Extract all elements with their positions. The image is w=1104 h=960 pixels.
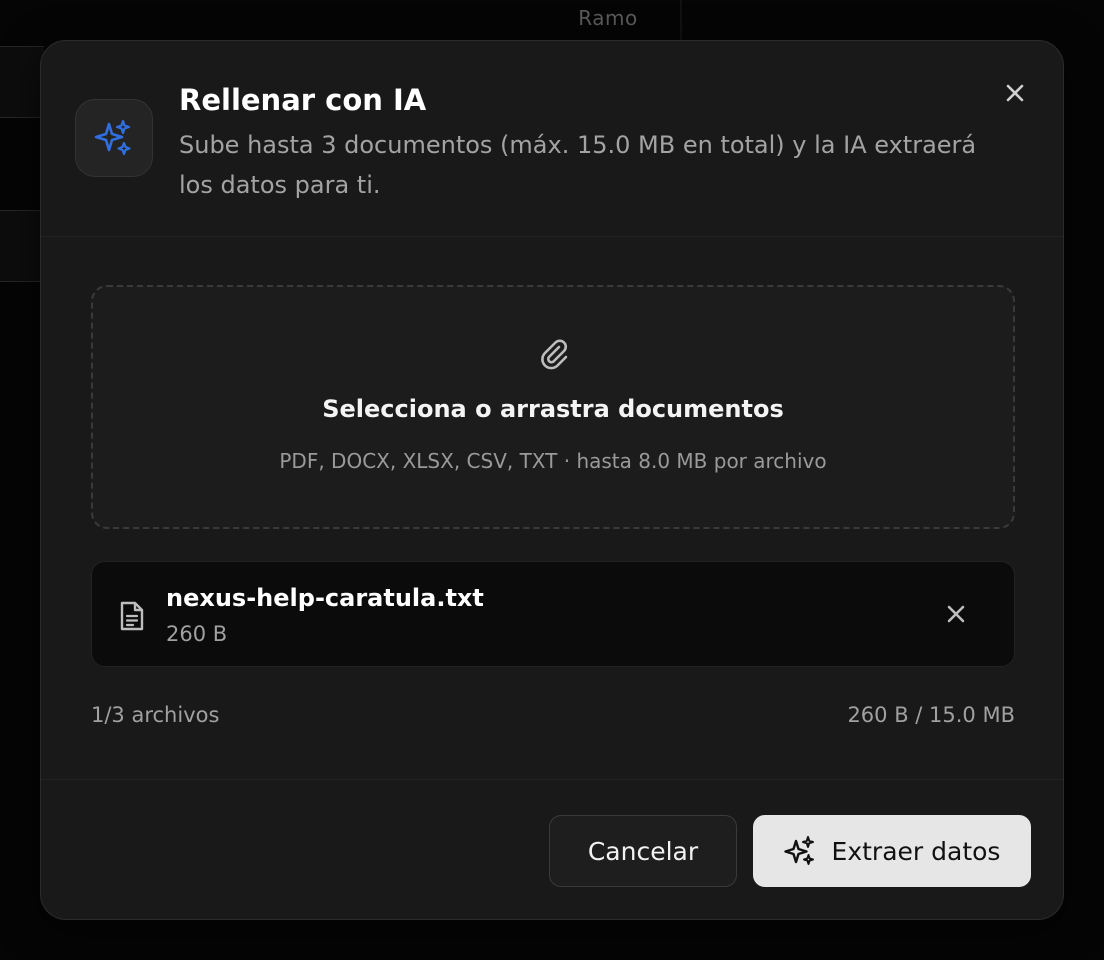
footer-divider bbox=[41, 779, 1063, 780]
dialog-header: Rellenar con IA Sube hasta 3 documentos … bbox=[41, 41, 1063, 237]
file-name: nexus-help-caratula.txt bbox=[166, 584, 484, 612]
extract-data-button[interactable]: Extraer datos bbox=[753, 815, 1031, 887]
background-column-header: Ramo bbox=[578, 6, 638, 30]
dialog-subtitle: Sube hasta 3 documentos (máx. 15.0 MB en… bbox=[179, 131, 977, 199]
ai-fill-dialog: Rellenar con IA Sube hasta 3 documentos … bbox=[40, 40, 1064, 920]
close-icon bbox=[1006, 84, 1024, 102]
document-icon bbox=[120, 601, 144, 631]
sparkles-icon bbox=[94, 119, 131, 156]
background-row bbox=[0, 210, 44, 282]
dropzone-title: Selecciona o arrastra documentos bbox=[322, 395, 784, 423]
close-icon bbox=[947, 605, 965, 623]
file-count: 1/3 archivos bbox=[91, 703, 220, 727]
cancel-button[interactable]: Cancelar bbox=[549, 815, 737, 887]
close-button[interactable] bbox=[997, 75, 1033, 111]
extract-data-label: Extraer datos bbox=[831, 836, 1001, 866]
remove-file-button[interactable] bbox=[938, 596, 974, 632]
background-row bbox=[0, 46, 44, 118]
file-size: 260 B bbox=[166, 622, 228, 646]
file-dropzone[interactable]: Selecciona o arrastra documentos PDF, DO… bbox=[91, 285, 1015, 529]
dialog-title: Rellenar con IA bbox=[179, 83, 427, 117]
ai-badge bbox=[75, 99, 153, 177]
background-column-divider bbox=[680, 0, 682, 40]
dropzone-hint: PDF, DOCX, XLSX, CSV, TXT · hasta 8.0 MB… bbox=[279, 449, 827, 473]
paperclip-icon bbox=[541, 339, 568, 370]
total-size: 260 B / 15.0 MB bbox=[847, 703, 1015, 727]
uploaded-file-item: nexus-help-caratula.txt 260 B bbox=[91, 561, 1015, 667]
background-cell bbox=[1060, 60, 1104, 120]
sparkles-icon bbox=[783, 836, 814, 865]
